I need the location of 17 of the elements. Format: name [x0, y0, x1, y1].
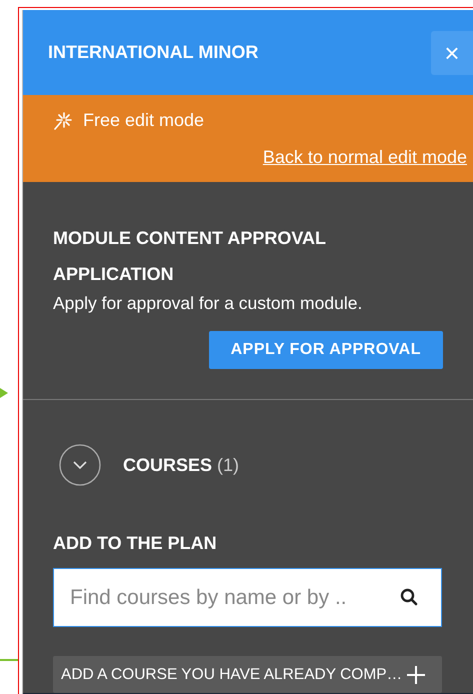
chevron-toggle[interactable] [59, 444, 101, 486]
search-field[interactable]: Find courses by name or by .. [53, 568, 442, 627]
sparkle-icon [53, 110, 73, 130]
panel-title: INTERNATIONAL MINOR [48, 41, 258, 64]
mode-label: Free edit mode [83, 109, 204, 132]
section-description: Apply for approval for a custom module. [53, 292, 364, 314]
apply-button[interactable]: APPLY FOR APPROVAL [208, 331, 443, 369]
add-completed-course-button[interactable]: ADD A COURSE YOU HAVE ALREADY COMP… [53, 656, 442, 694]
connector-arrow [0, 388, 8, 398]
search-icon [400, 588, 418, 606]
courses-label: COURSES (1) [123, 454, 240, 477]
normal-mode-link[interactable]: Back to normal edit mode [262, 144, 467, 171]
close-button[interactable]: × [431, 30, 473, 74]
add-heading: ADD TO THE PLAN [53, 532, 218, 555]
plus-icon [406, 664, 426, 685]
section-heading: MODULE CONTENT APPROVAL APPLICATION [53, 227, 327, 286]
connector-line [0, 659, 18, 661]
